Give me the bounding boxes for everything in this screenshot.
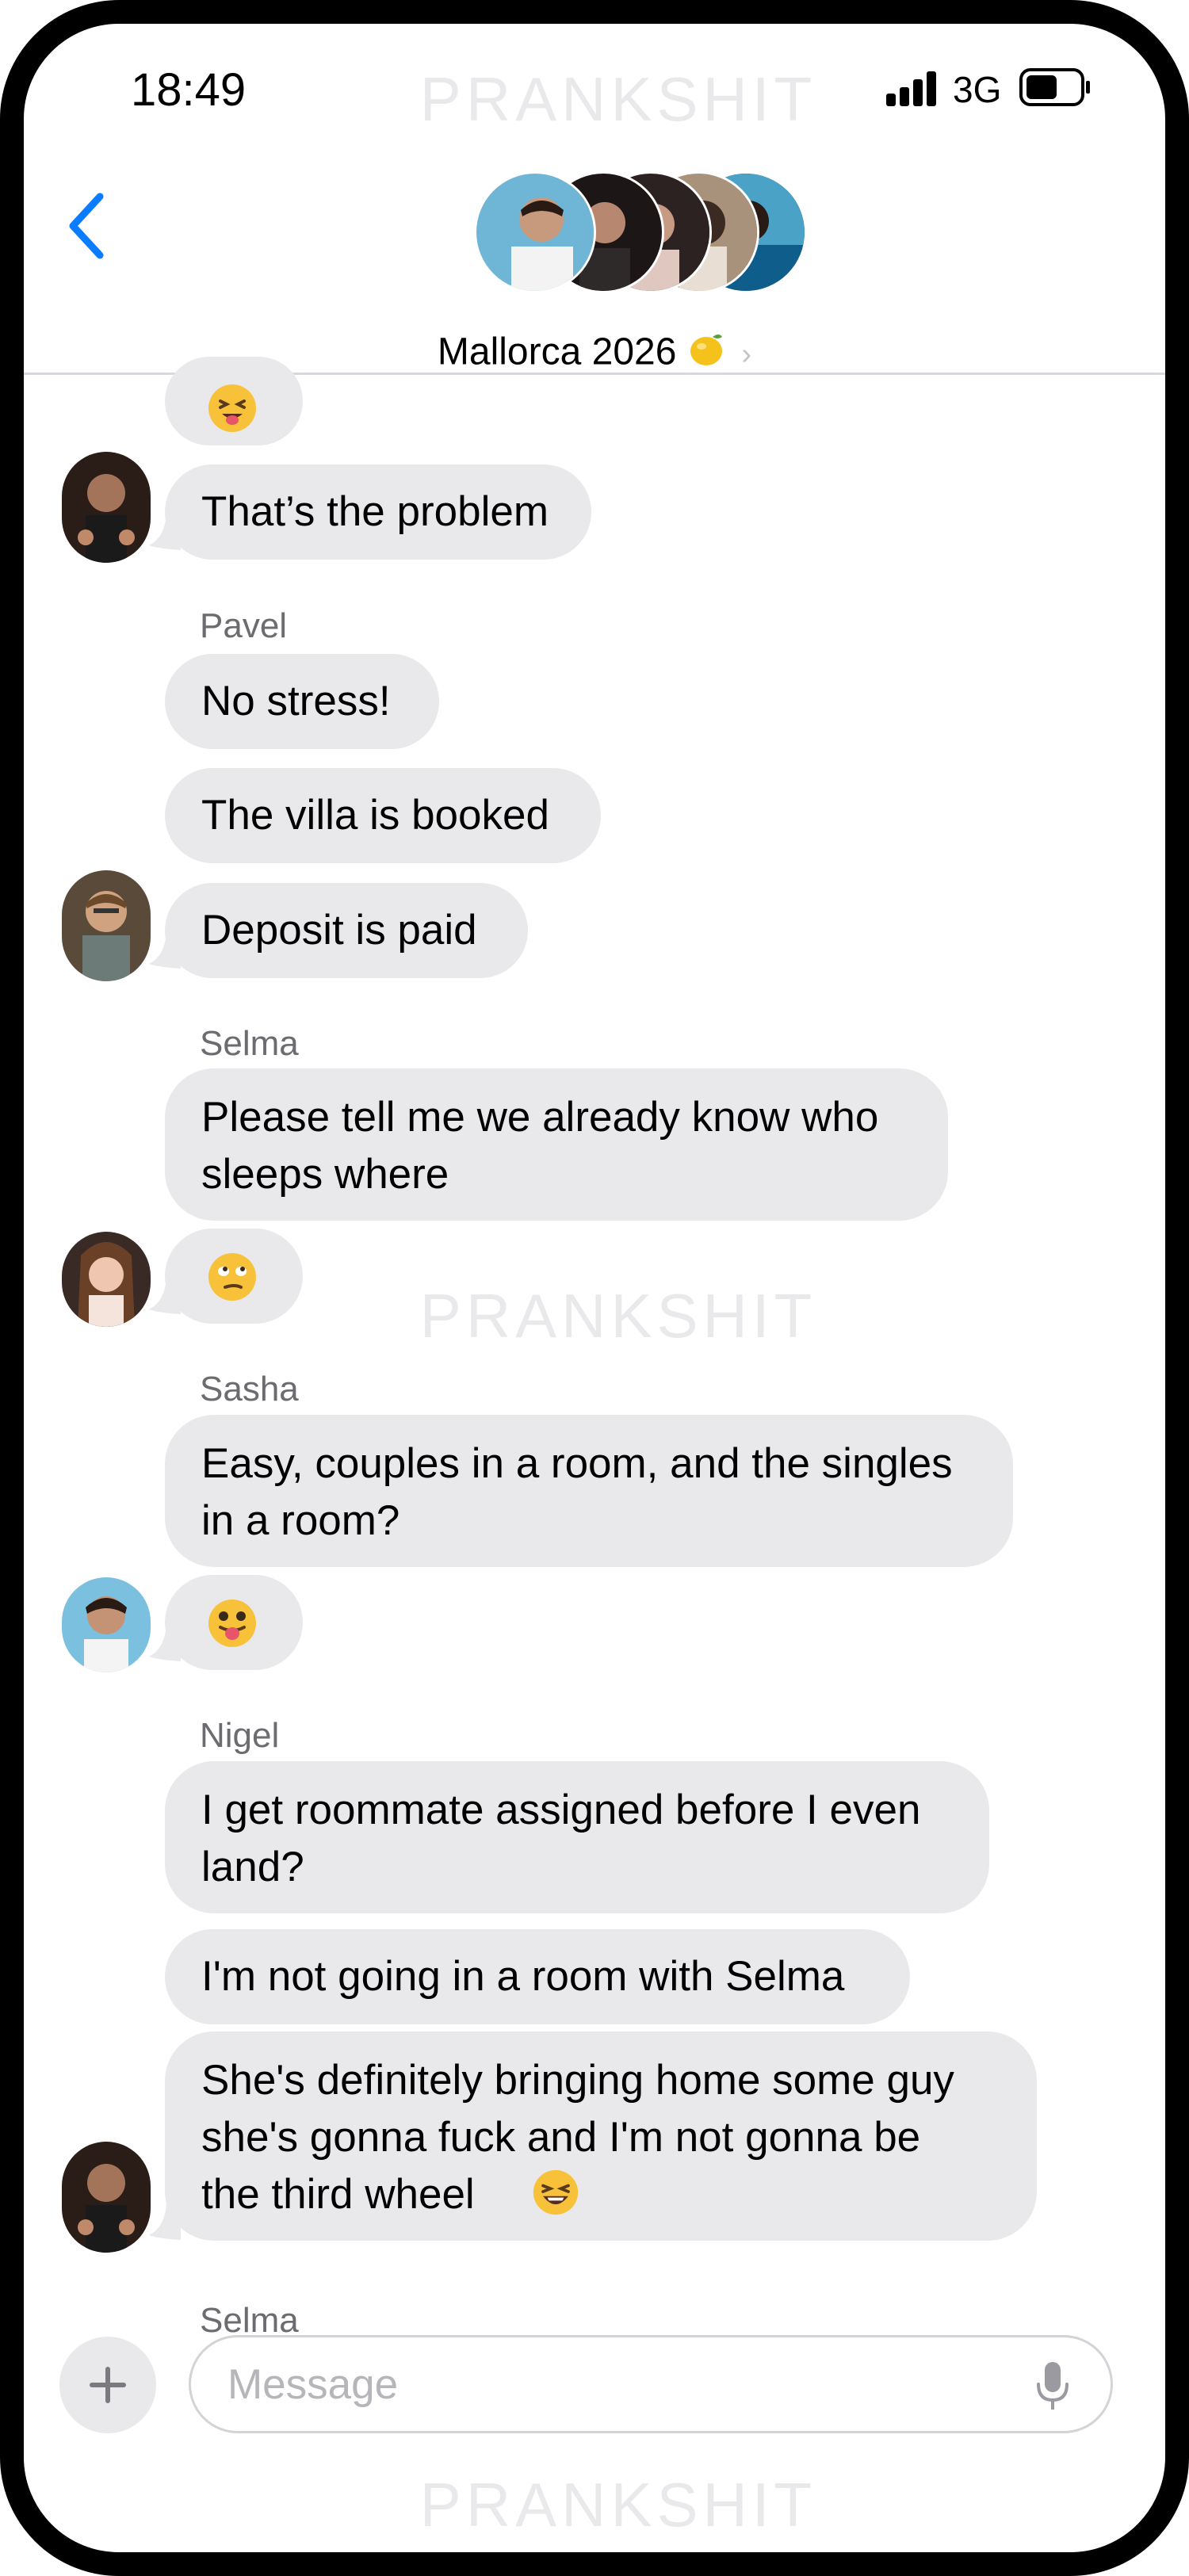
message-text: Easy, couples in a room, and the singles… (201, 1440, 953, 1544)
message-bubble[interactable]: No stress! (165, 654, 439, 749)
chevron-right-icon: › (741, 337, 752, 371)
network-type: 3G (953, 69, 1002, 110)
avatar[interactable] (62, 1577, 151, 1672)
back-chevron-icon[interactable] (63, 190, 111, 262)
avatar[interactable] (62, 2142, 151, 2253)
message-bubble[interactable]: I get roommate assigned before I even la… (165, 1761, 989, 1913)
message-text: That’s the problem (201, 488, 549, 535)
message-text: I get roommate assigned before I even la… (201, 1787, 921, 1890)
message-bubble[interactable]: She's definitely bringing home some guy … (165, 2031, 1037, 2241)
message-text: Please tell me we already know who sleep… (201, 1094, 879, 1198)
group-name: Mallorca 2026 (437, 331, 677, 373)
message-input[interactable] (189, 2335, 1113, 2433)
battery-icon (1019, 68, 1090, 106)
message-text: No stress! (201, 678, 391, 724)
phone-frame: PRANKSHIT PRANKSHIT PRANKSHIT 18:49 3G M… (0, 0, 1189, 2576)
zany-tongue-emoji-icon (208, 1599, 256, 1647)
message-bubble-emoji[interactable] (165, 1229, 303, 1324)
message-text: Deposit is paid (201, 907, 477, 954)
eye-roll-emoji-icon (208, 1253, 256, 1301)
avatar[interactable] (62, 452, 151, 563)
sender-name: Selma (200, 1024, 299, 1063)
message-bubble-emoji[interactable] (165, 1575, 303, 1670)
sender-name: Nigel (200, 1716, 280, 1755)
message-text: I'm not going in a room with Selma (201, 1953, 845, 2000)
status-time: 18:49 (131, 64, 247, 116)
avatar[interactable] (62, 1232, 151, 1327)
squinting-tongue-emoji-icon (208, 384, 256, 432)
message-text: The villa is booked (201, 792, 549, 839)
message-bubble[interactable]: The villa is booked (165, 768, 601, 863)
message-bubble[interactable]: Easy, couples in a room, and the singles… (165, 1415, 1013, 1567)
group-avatar (474, 171, 596, 293)
watermark: PRANKSHIT (419, 2470, 817, 2540)
plus-icon-stroke (105, 2367, 110, 2403)
message-bubble[interactable]: That’s the problem (165, 464, 591, 560)
sender-name: Sasha (200, 1370, 299, 1408)
avatar[interactable] (62, 870, 151, 981)
message-bubble[interactable]: Deposit is paid (165, 883, 528, 978)
message-bubble-emoji[interactable] (165, 357, 303, 445)
add-attachment-button[interactable] (59, 2337, 156, 2433)
sender-name: Pavel (200, 606, 288, 645)
signal-icon (886, 71, 936, 106)
message-bubble[interactable]: I'm not going in a room with Selma (165, 1929, 910, 2024)
laughing-emoji-icon (533, 2169, 579, 2215)
microphone-icon[interactable] (1035, 2360, 1070, 2413)
message-bubble[interactable]: Please tell me we already know who sleep… (165, 1068, 948, 1221)
